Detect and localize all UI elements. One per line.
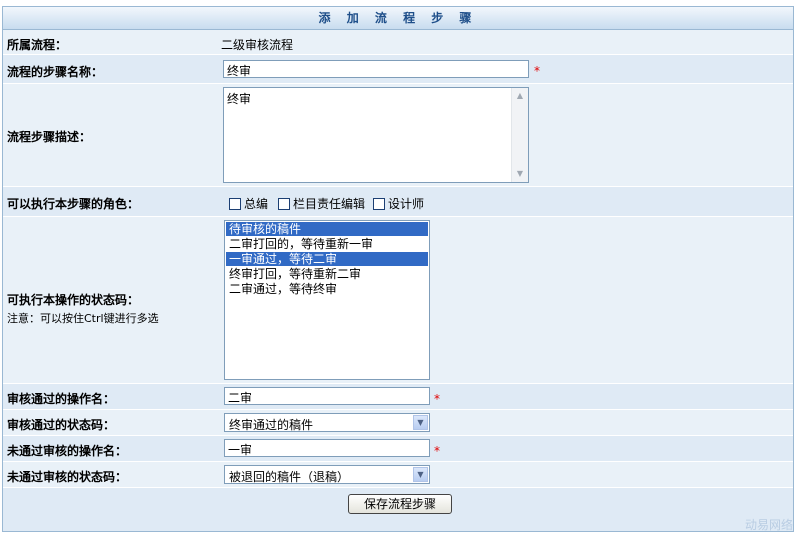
step-name-label: 流程的步骤名称： — [7, 65, 104, 79]
role-checkbox-designer[interactable]: 设计师 — [373, 195, 424, 212]
row-description: 流程步骤描述： 终审 ▲ ▼ — [3, 84, 793, 187]
fail-action-value: 一审 — [228, 443, 253, 457]
chevron-down-icon[interactable]: ▼ — [413, 415, 428, 430]
form-panel: 添 加 流 程 步 骤 所属流程： 二级审核流程 流程的步骤名称： 终审 * 流… — [2, 6, 794, 532]
role-option-label: 设计师 — [388, 197, 425, 211]
step-name-input[interactable]: 终审 — [223, 60, 529, 78]
list-item[interactable]: 终审打回，等待重新二审 — [226, 267, 428, 281]
status-codes-note: 注意：可以按住Ctrl键进行多选 — [7, 312, 159, 325]
textarea-scrollbar[interactable]: ▲ ▼ — [511, 88, 528, 182]
row-flow: 所属流程： 二级审核流程 — [3, 30, 793, 55]
description-textarea[interactable]: 终审 ▲ ▼ — [223, 87, 529, 183]
fail-status-select[interactable]: 被退回的稿件（退稿） ▼ — [224, 465, 430, 484]
row-pass-status: 审核通过的状态码： 终审通过的稿件 ▼ — [3, 410, 793, 436]
list-item[interactable]: 二审打回的，等待重新一审 — [226, 237, 428, 251]
row-pass-action: 审核通过的操作名： 二审 * — [3, 384, 793, 410]
status-code-listbox[interactable]: 待审核的稿件 二审打回的，等待重新一审 一审通过，等待二审 终审打回，等待重新二… — [224, 220, 430, 380]
checkbox-icon[interactable] — [278, 197, 290, 210]
row-status-codes: 可执行本操作的状态码： 注意：可以按住Ctrl键进行多选 待审核的稿件 二审打回… — [3, 217, 793, 384]
flow-value: 二级审核流程 — [221, 38, 294, 52]
description-value: 终审 — [227, 92, 252, 106]
required-mark: * — [434, 444, 440, 458]
scroll-down-icon[interactable]: ▼ — [512, 166, 528, 182]
pass-status-value: 终审通过的稿件 — [229, 418, 314, 432]
row-fail-action: 未通过审核的操作名： 一审 * — [3, 436, 793, 462]
pass-action-input[interactable]: 二审 — [224, 387, 430, 405]
list-item[interactable]: 待审核的稿件 — [226, 222, 428, 236]
chevron-down-icon[interactable]: ▼ — [413, 467, 428, 482]
pass-status-label: 审核通过的状态码： — [7, 418, 116, 432]
page-title: 添 加 流 程 步 骤 — [3, 7, 793, 30]
pass-action-label: 审核通过的操作名： — [7, 392, 116, 406]
scroll-up-icon[interactable]: ▲ — [512, 88, 528, 104]
save-step-button[interactable]: 保存流程步骤 — [348, 494, 452, 514]
status-codes-label: 可执行本操作的状态码： 注意：可以按住Ctrl键进行多选 — [7, 291, 159, 326]
row-step-name: 流程的步骤名称： 终审 * — [3, 55, 793, 84]
fail-action-label: 未通过审核的操作名： — [7, 444, 128, 458]
row-submit: 保存流程步骤 — [3, 488, 793, 531]
required-mark: * — [434, 392, 440, 406]
fail-status-value: 被退回的稿件（退稿） — [229, 470, 350, 484]
checkbox-icon[interactable] — [229, 197, 241, 210]
row-roles: 可以执行本步骤的角色： 总编 栏目责任编辑 设计师 — [3, 187, 793, 217]
role-checkbox-editor-in-chief[interactable]: 总编 — [229, 195, 268, 212]
role-option-label: 栏目责任编辑 — [293, 197, 366, 211]
status-codes-label-text: 可执行本操作的状态码： — [7, 293, 140, 307]
roles-label: 可以执行本步骤的角色： — [7, 197, 140, 211]
role-checkbox-column-editor[interactable]: 栏目责任编辑 — [278, 195, 365, 212]
watermark: 动易网络 — [744, 518, 793, 532]
fail-status-label: 未通过审核的状态码： — [7, 470, 128, 484]
pass-action-value: 二审 — [228, 391, 253, 405]
list-item[interactable]: 二审通过，等待终审 — [226, 282, 428, 296]
description-label: 流程步骤描述： — [7, 130, 92, 144]
role-option-label: 总编 — [244, 197, 269, 211]
pass-status-select[interactable]: 终审通过的稿件 ▼ — [224, 413, 430, 432]
row-fail-status: 未通过审核的状态码： 被退回的稿件（退稿） ▼ — [3, 462, 793, 488]
flow-label: 所属流程： — [7, 38, 68, 52]
required-mark: * — [534, 64, 540, 78]
step-name-value: 终审 — [227, 64, 252, 78]
fail-action-input[interactable]: 一审 — [224, 439, 430, 457]
checkbox-icon[interactable] — [373, 197, 385, 210]
list-item[interactable]: 一审通过，等待二审 — [226, 252, 428, 266]
